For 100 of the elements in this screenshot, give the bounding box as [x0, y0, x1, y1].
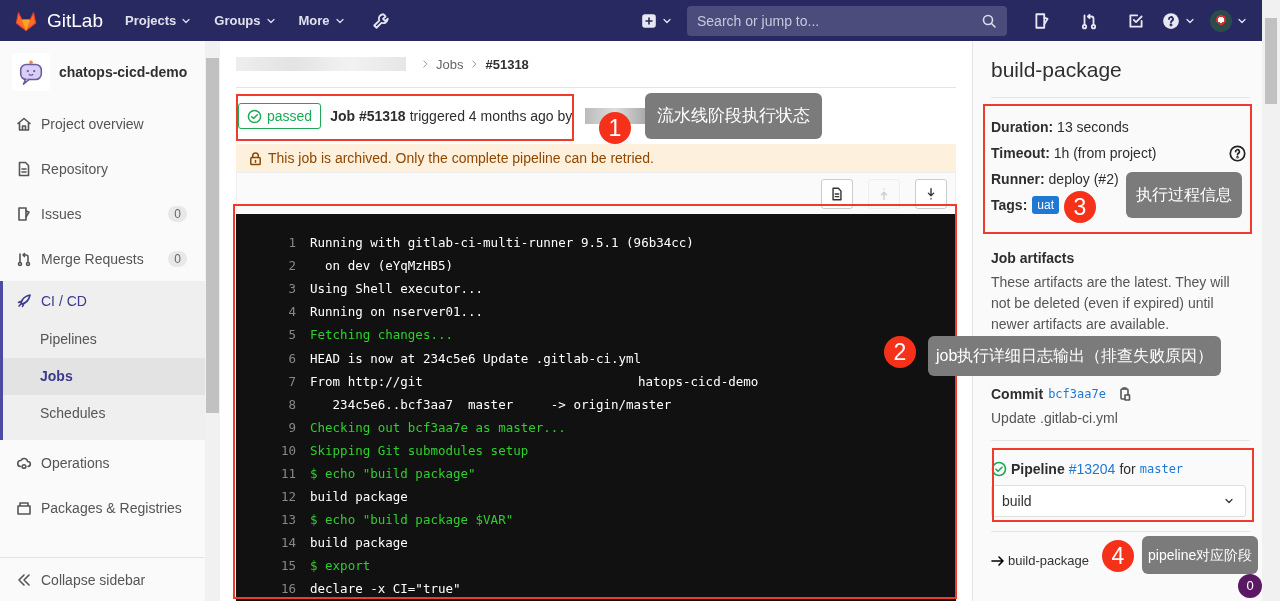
issue-icon[interactable] [1033, 11, 1051, 30]
sidebar-item[interactable]: Merge Requests 0 [0, 236, 205, 281]
log-line: Fetching changes... [310, 327, 453, 343]
line-number: 16 [279, 581, 297, 597]
line-number: 14 [279, 535, 297, 551]
plus-square-icon [641, 12, 657, 29]
status-badge: passed [238, 103, 322, 129]
lock-icon [248, 150, 263, 166]
line-number: 7 [287, 373, 297, 389]
stage-dropdown[interactable]: build [991, 485, 1246, 517]
info-text: Timeout: 1h (from project) [991, 145, 1158, 161]
user-menu[interactable] [1210, 9, 1248, 32]
sidebar-item[interactable]: Issues 0 [0, 191, 205, 236]
log-line: build package [310, 489, 408, 505]
line-number: 5 [287, 327, 297, 343]
sidebar-item[interactable]: CI / CD [3, 281, 205, 321]
breadcrumb-link[interactable]: #51318 [485, 56, 529, 72]
line-number: 8 [287, 396, 297, 412]
nav-menu[interactable]: More [290, 13, 354, 28]
arrow-right-icon [991, 555, 1004, 566]
line-number: 1 [287, 235, 297, 251]
todo-icon[interactable] [1127, 11, 1145, 30]
document-icon [16, 160, 32, 177]
log-line: HEAD is now at 234c5e6 Update .gitlab-ci.yml [310, 350, 642, 366]
wrench-icon[interactable] [371, 11, 390, 30]
log-line: Running on nserver01... [310, 304, 484, 320]
line-number: 15 [279, 558, 297, 574]
branch-link[interactable]: master [1139, 462, 1184, 476]
sidebar-item[interactable]: Packages & Registries [0, 485, 205, 530]
log-line: Checking out bcf3aa7e as master... [310, 419, 566, 435]
archived-notice: This job is archived. Only the complete pipeline can be retried. [236, 144, 956, 172]
sidebar-item[interactable]: Operations [0, 440, 205, 485]
count-badge: 0 [168, 250, 187, 267]
document-icon [830, 186, 844, 201]
merge-request-icon[interactable] [1080, 11, 1098, 30]
scroll-bottom-button[interactable] [915, 178, 947, 209]
commit-label: Commit [991, 386, 1044, 402]
line-number: 13 [279, 512, 297, 528]
line-number: 10 [279, 442, 297, 458]
pipeline-link[interactable]: #13204 [1068, 461, 1116, 477]
log-line: Skipping Git submodules setup [310, 442, 529, 458]
callout: job执行详细日志输出（排查失败原因） [928, 336, 1222, 376]
help-button[interactable] [1162, 11, 1196, 30]
project-avatar[interactable] [12, 53, 50, 91]
help-icon [1162, 11, 1180, 30]
number-marker: 1 [599, 112, 631, 144]
tags-label: Tags: [991, 197, 1028, 213]
fox-icon [14, 9, 38, 32]
tag: uat [1032, 196, 1059, 214]
log-line: $ echo "build package $VAR" [310, 512, 514, 528]
commit-link[interactable]: bcf3aa7e [1048, 387, 1106, 401]
scrollbar[interactable] [1265, 18, 1277, 104]
job-title: Job #51318 [330, 108, 406, 124]
breadcrumb-link[interactable]: Jobs [436, 56, 464, 72]
line-number: 3 [287, 281, 297, 297]
sidebar-subitem[interactable]: Jobs [3, 358, 205, 395]
check-circle-icon [247, 108, 262, 124]
home-icon [16, 115, 32, 132]
line-number: 9 [287, 419, 297, 435]
log-line: hatops-cicd-demo [637, 373, 759, 389]
sidebar-subitem[interactable]: Pipelines [3, 321, 205, 358]
nav-menu[interactable]: Projects [117, 13, 201, 28]
line-number: 6 [287, 350, 297, 366]
nav-menu[interactable]: Groups [206, 13, 285, 28]
info-text: Runner: deploy (#2) [991, 171, 1120, 187]
log-line: on dev (eYqMzHB5) [324, 258, 453, 274]
count-badge: 0 [168, 205, 187, 222]
gitlab-logo[interactable]: GitLab [14, 9, 103, 32]
job-name: build-package [991, 41, 1250, 98]
log-line: build package [310, 535, 408, 551]
help-icon[interactable] [1229, 144, 1246, 162]
sidebar-subitem[interactable]: Schedules [3, 395, 205, 432]
merge-request-icon [16, 250, 32, 267]
line-number: 2 [287, 258, 297, 274]
callout: 流水线阶段执行状态 [645, 93, 822, 139]
log-line: From http://git [310, 373, 423, 389]
for-text: for [1119, 461, 1136, 477]
commit-message: Update .gitlab-ci.yml [991, 410, 1119, 426]
sidebar-item[interactable]: Project overview [0, 101, 205, 146]
avatar [1210, 9, 1232, 32]
artifacts-text: These artifacts are the latest. They will not be deleted (even if expired) until newer artifacts are available. [991, 273, 1231, 334]
job-link[interactable]: build-package [991, 553, 1089, 568]
new-button[interactable] [641, 12, 673, 29]
search-field[interactable]: Search or jump to... [687, 5, 1007, 36]
pipeline-label: Pipeline [1011, 461, 1065, 477]
log-line: Running with gitlab-ci-multi-runner 9.5.1 (96b34cc) [310, 235, 694, 251]
section-heading: Job artifacts [991, 250, 1076, 266]
project-name[interactable]: chatops-cicd-demo [59, 64, 188, 80]
line-number: 4 [287, 304, 297, 320]
raw-log-button[interactable] [821, 178, 853, 209]
chevron-icon [420, 59, 430, 69]
scrollbar[interactable] [206, 58, 219, 413]
sidebar-item[interactable]: Repository [0, 146, 205, 191]
log-line: 234c5e6..bcf3aa7 master -> origin/master [331, 396, 672, 412]
log-line: $ echo "build package" [310, 466, 476, 481]
info-text: Duration: 13 seconds [991, 119, 1130, 135]
package-icon [16, 499, 32, 516]
callout: 执行过程信息 [1126, 172, 1242, 218]
callout: pipeline对应阶段 [1142, 536, 1259, 574]
rocket-icon [16, 293, 32, 309]
